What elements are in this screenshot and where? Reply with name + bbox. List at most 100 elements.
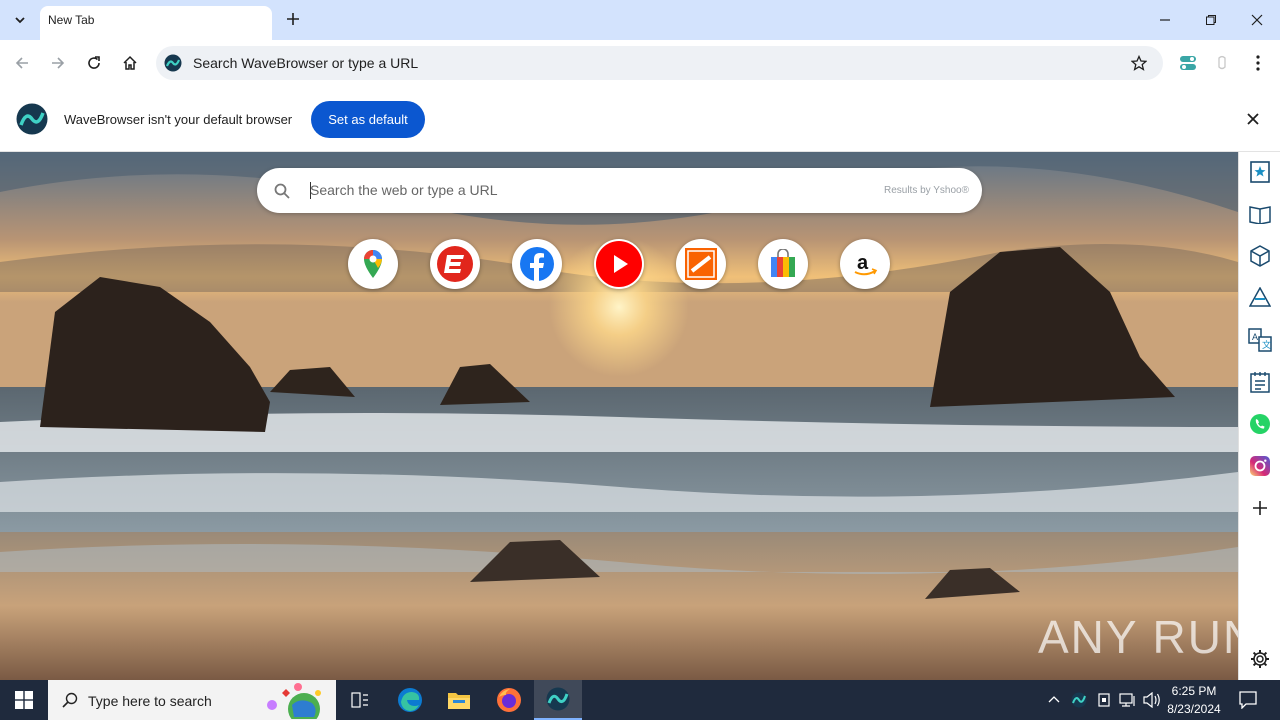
youtube-icon <box>596 241 642 287</box>
shortcut-shopping[interactable] <box>758 239 808 289</box>
arrow-right-icon <box>52 57 65 69</box>
search-placeholder: Search the web or type a URL <box>310 182 498 198</box>
back-button[interactable] <box>8 49 36 77</box>
more-vert-icon <box>1256 55 1260 71</box>
reload-icon <box>88 56 100 69</box>
shortcut-facebook[interactable] <box>512 239 562 289</box>
shortcut-espn[interactable] <box>430 239 480 289</box>
wavebrowser-logo-icon <box>164 54 182 72</box>
close-window-button[interactable] <box>1240 6 1274 34</box>
taskbar-edge[interactable] <box>386 680 434 720</box>
menu-button[interactable] <box>1244 49 1272 77</box>
search-provider-hint: Results by Yshoo® <box>883 185 969 196</box>
star-bookmark-icon[interactable] <box>1131 55 1147 71</box>
wavebrowser-tray-icon[interactable] <box>1071 692 1087 708</box>
omnibox[interactable]: Search WaveBrowser or type a URL <box>156 46 1163 80</box>
instagram-icon <box>1250 456 1270 476</box>
taskbar-search[interactable]: Type here to search <box>48 680 336 720</box>
home-icon <box>123 55 137 70</box>
close-icon <box>1251 14 1263 26</box>
toolbar: Search WaveBrowser or type a URL <box>0 40 1280 86</box>
home-button[interactable] <box>116 49 144 77</box>
tab-strip: New Tab <box>0 0 1280 40</box>
set-as-default-button[interactable]: Set as default <box>311 101 425 138</box>
instagram-button[interactable] <box>1247 453 1273 479</box>
notepad-icon <box>1250 372 1270 393</box>
new-tab-button[interactable] <box>282 8 304 30</box>
tab-new-tab[interactable]: New Tab <box>40 6 272 40</box>
facebook-icon <box>520 247 554 281</box>
map-pin-icon <box>364 250 382 278</box>
windows-taskbar: Type here to search 6:25 PM 8/23/2024 <box>0 680 1280 720</box>
taskbar-file-explorer[interactable] <box>435 680 483 720</box>
reload-button[interactable] <box>80 49 108 77</box>
shortcut-google-maps[interactable] <box>348 239 398 289</box>
edge-icon <box>398 688 422 712</box>
minimize-button[interactable] <box>1148 6 1182 34</box>
task-view-button[interactable] <box>336 680 384 720</box>
shortcut-home-depot[interactable] <box>676 239 726 289</box>
shopping-bag-icon <box>771 249 795 277</box>
tag-icon <box>1249 287 1271 307</box>
wavebrowser-logo-icon <box>16 103 48 135</box>
task-view-icon <box>351 692 368 708</box>
whatsapp-button[interactable] <box>1247 411 1273 437</box>
side-panel: A文 <box>1238 152 1280 680</box>
translate-icon: A文 <box>1248 328 1272 352</box>
amazon-icon: a <box>854 252 878 276</box>
svg-text:A: A <box>1252 332 1258 342</box>
bookmark-star-icon <box>1250 161 1270 183</box>
minimize-icon <box>1160 19 1170 21</box>
taskbar-search-placeholder: Type here to search <box>88 693 212 709</box>
gear-icon <box>1251 650 1269 668</box>
home-depot-icon <box>685 248 717 280</box>
background-image <box>0 152 1238 680</box>
default-browser-infobar: WaveBrowser isn't your default browser S… <box>0 86 1280 152</box>
reading-list-button[interactable] <box>1247 201 1273 227</box>
extensions-button[interactable] <box>1174 49 1202 77</box>
restore-button[interactable] <box>1194 6 1228 34</box>
new-tab-page: Search the web or type a URL Results by … <box>0 152 1238 680</box>
profile-button[interactable] <box>1208 49 1236 77</box>
bookmarks-panel-button[interactable] <box>1247 159 1273 185</box>
start-button[interactable] <box>0 680 48 720</box>
taskbar-wavebrowser[interactable] <box>534 680 582 720</box>
add-panel-button[interactable] <box>1247 495 1273 521</box>
reading-list-icon <box>1249 206 1271 224</box>
search-box[interactable]: Search the web or type a URL Results by … <box>257 168 982 213</box>
notifications-icon[interactable] <box>1239 691 1257 709</box>
restore-icon <box>1206 15 1216 25</box>
search-icon <box>274 183 290 199</box>
svg-text:a: a <box>857 252 869 274</box>
translate-button[interactable]: A文 <box>1247 327 1273 353</box>
shortcut-amazon[interactable]: a <box>840 239 890 289</box>
tab-title: New Tab <box>48 13 95 27</box>
close-infobar-icon[interactable] <box>1247 113 1259 125</box>
plus-icon <box>287 13 299 25</box>
profile-icon <box>1218 55 1226 70</box>
settings-button[interactable] <box>1247 646 1273 672</box>
clock-date[interactable]: 8/23/2024 <box>1156 702 1232 716</box>
chevron-up-icon[interactable] <box>1048 694 1060 706</box>
device-tray-icon[interactable] <box>1096 692 1112 708</box>
chevron-down-icon <box>15 17 25 24</box>
arrow-left-icon <box>15 57 28 69</box>
infobar-message: WaveBrowser isn't your default browser <box>64 112 293 127</box>
firefox-icon <box>497 688 521 712</box>
forward-button[interactable] <box>44 49 72 77</box>
toggle-extension-icon <box>1180 56 1196 70</box>
network-icon[interactable] <box>1119 692 1137 708</box>
clock-time[interactable]: 6:25 PM <box>1156 684 1232 698</box>
folder-icon <box>448 693 470 709</box>
search-icon <box>62 692 78 708</box>
shopping-panel-button[interactable] <box>1247 285 1273 311</box>
svg-text:文: 文 <box>1262 339 1271 350</box>
shortcut-youtube[interactable] <box>594 239 644 289</box>
whatsapp-icon <box>1250 414 1270 434</box>
notes-button[interactable] <box>1247 369 1273 395</box>
tab-list-button[interactable] <box>8 8 32 32</box>
wavebrowser-logo-icon <box>546 687 570 711</box>
search-highlight-icon <box>267 683 321 719</box>
taskbar-firefox[interactable] <box>485 680 533 720</box>
package-tracker-button[interactable] <box>1247 243 1273 269</box>
